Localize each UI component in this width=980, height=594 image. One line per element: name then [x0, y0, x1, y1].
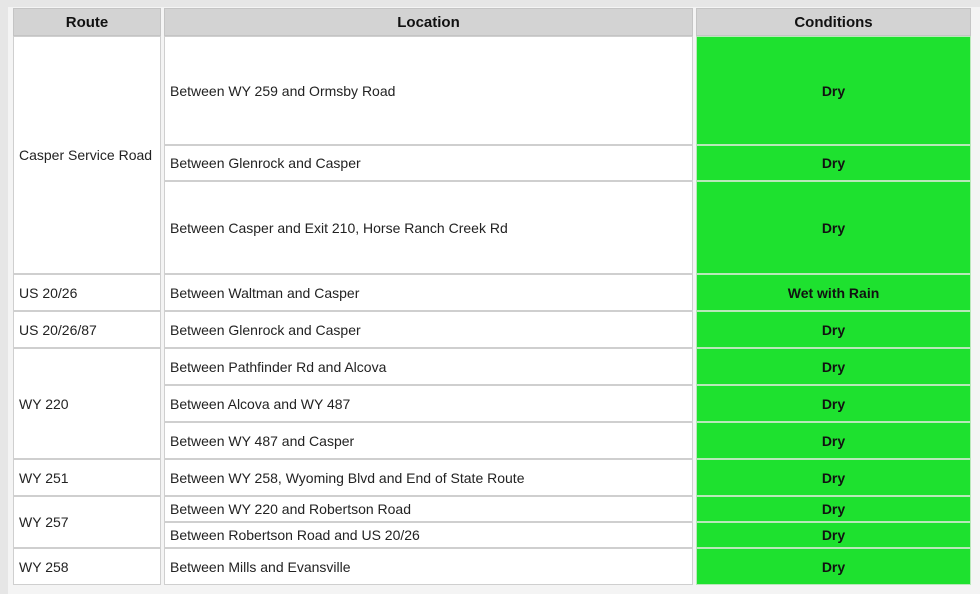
road-conditions-panel: Route Location Conditions Casper Service… [8, 7, 980, 594]
location-cell: Between WY 487 and Casper [164, 422, 693, 459]
condition-label: Dry [821, 82, 846, 99]
condition-label: Dry [821, 469, 846, 486]
condition-cell: Dry [696, 181, 971, 274]
route-cell: WY 257 [13, 496, 161, 548]
route-cell: Casper Service Road [13, 36, 161, 274]
condition-cell: Dry [696, 496, 971, 522]
location-cell: Between Glenrock and Casper [164, 311, 693, 348]
condition-label: Dry [821, 155, 846, 171]
condition-cell: Dry [696, 522, 971, 548]
location-cell: Between Casper and Exit 210, Horse Ranch… [164, 181, 693, 274]
condition-label: Dry [821, 219, 846, 236]
condition-cell: Dry [696, 145, 971, 181]
table-row: US 20/26 Between Waltman and Casper Wet … [13, 274, 971, 311]
condition-label: Dry [821, 358, 846, 375]
column-header-route[interactable]: Route [13, 8, 161, 36]
route-cell: US 20/26 [13, 274, 161, 311]
route-cell: WY 220 [13, 348, 161, 459]
condition-cell: Dry [696, 311, 971, 348]
table-row: Casper Service Road Between WY 259 and O… [13, 36, 971, 274]
condition-label: Dry [821, 432, 846, 449]
location-cell: Between WY 220 and Robertson Road [164, 496, 693, 522]
road-conditions-table: Route Location Conditions Casper Service… [10, 8, 974, 585]
condition-cell: Dry [696, 385, 971, 422]
table-row: WY 257 Between WY 220 and Robertson Road… [13, 496, 971, 548]
location-cell: Between Glenrock and Casper [164, 145, 693, 181]
route-cell: WY 251 [13, 459, 161, 496]
condition-label: Dry [821, 321, 846, 338]
condition-label: Dry [821, 501, 846, 517]
location-cell: Between Pathfinder Rd and Alcova [164, 348, 693, 385]
location-cell: Between WY 258, Wyoming Blvd and End of … [164, 459, 693, 496]
location-cell: Between Robertson Road and US 20/26 [164, 522, 693, 548]
table-row: WY 220 Between Pathfinder Rd and Alcova … [13, 348, 971, 459]
condition-label: Dry [821, 558, 846, 575]
condition-label: Dry [821, 527, 846, 543]
condition-cell: Wet with Rain [696, 274, 971, 311]
table-row: WY 251 Between WY 258, Wyoming Blvd and … [13, 459, 971, 496]
condition-cell: Dry [696, 36, 971, 145]
condition-cell: Dry [696, 348, 971, 385]
column-header-conditions[interactable]: Conditions [696, 8, 971, 36]
condition-cell: Dry [696, 422, 971, 459]
location-cell: Between WY 259 and Ormsby Road [164, 36, 693, 145]
table-header-row: Route Location Conditions [13, 8, 971, 36]
condition-cell: Dry [696, 548, 971, 585]
table-row: US 20/26/87 Between Glenrock and Casper … [13, 311, 971, 348]
location-cell: Between Mills and Evansville [164, 548, 693, 585]
table-row: WY 258 Between Mills and Evansville Dry [13, 548, 971, 585]
location-cell: Between Alcova and WY 487 [164, 385, 693, 422]
route-cell: US 20/26/87 [13, 311, 161, 348]
condition-cell: Dry [696, 459, 971, 496]
location-cell: Between Waltman and Casper [164, 274, 693, 311]
column-header-location[interactable]: Location [164, 8, 693, 36]
condition-label: Dry [821, 395, 846, 412]
condition-label: Wet with Rain [787, 284, 880, 301]
route-cell: WY 258 [13, 548, 161, 585]
